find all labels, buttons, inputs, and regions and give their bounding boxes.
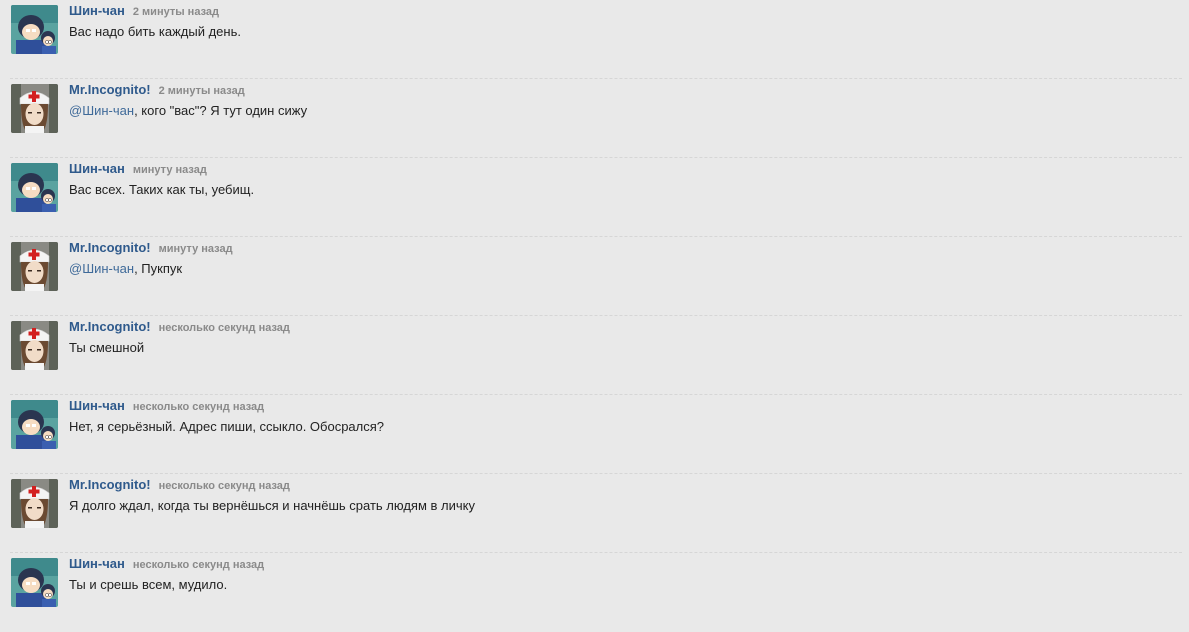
comment-body: Вас всех. Таких как ты, уебищ. <box>69 182 255 197</box>
timestamp: минуту назад <box>158 243 233 255</box>
mention-link[interactable]: @Шин-чан <box>69 103 134 118</box>
comment-meta: Mr.Incognito! 2 минуты назад <box>69 82 245 99</box>
comment-feed: Шин-чан 2 минуты назад Вас надо бить кажд… <box>0 0 1189 631</box>
comment-body: , Пукпук <box>134 261 183 276</box>
conan-avatar-icon <box>11 558 58 607</box>
conan-avatar-icon <box>11 5 58 54</box>
comment-text: Нет, я серьёзный. Адрес пиши, ссыкло. Об… <box>69 418 384 436</box>
comment-text: @Шин-чан, Пукпук <box>69 260 182 278</box>
comment-meta: Шин-чан несколько секунд назад <box>69 398 264 415</box>
comment-meta: Mr.Incognito! несколько секунд назад <box>69 477 290 494</box>
comment-item: Шин-чан несколько секунд назад Нет, я сер… <box>10 395 1182 474</box>
nurse-avatar-icon <box>11 242 58 291</box>
comment-item: Mr.Incognito! минуту назад @Шин-чан, Пукп… <box>10 237 1182 316</box>
comment-item: Шин-чан минуту назад Вас всех. Таких как … <box>10 158 1182 237</box>
timestamp: несколько секунд назад <box>132 401 265 413</box>
comment-meta: Шин-чан минуту назад <box>69 161 207 178</box>
avatar-conan[interactable] <box>11 558 58 607</box>
avatar-nurse[interactable] <box>11 321 58 370</box>
comment-body: , кого "вас"? Я тут один сижу <box>134 103 308 118</box>
username-link[interactable]: Mr.Incognito! <box>69 319 151 334</box>
comment-item: Mr.Incognito! несколько секунд назад Ты с… <box>10 316 1182 395</box>
avatar-conan[interactable] <box>11 163 58 212</box>
username-link[interactable]: Mr.Incognito! <box>69 82 151 97</box>
comment-meta: Шин-чан 2 минуты назад <box>69 3 219 20</box>
comment-text: Ты смешной <box>69 339 144 357</box>
comment-text: Я долго ждал, когда ты вернёшься и начнё… <box>69 497 475 515</box>
comment-text: Ты и срешь всем, мудило. <box>69 576 227 594</box>
avatar-nurse[interactable] <box>11 242 58 291</box>
comment-body: Я долго ждал, когда ты вернёшься и начнё… <box>69 498 475 513</box>
username-link[interactable]: Mr.Incognito! <box>69 477 151 492</box>
comment-body: Ты смешной <box>69 340 145 355</box>
nurse-avatar-icon <box>11 84 58 133</box>
timestamp: несколько секунд назад <box>158 322 290 334</box>
comment-item: Mr.Incognito! 2 минуты назад @Шин-чан, ко… <box>10 79 1182 158</box>
username-link[interactable]: Шин-чан <box>69 3 125 18</box>
comment-body: Вас надо бить каждый день. <box>69 24 241 39</box>
comment-meta: Mr.Incognito! минуту назад <box>69 240 233 257</box>
conan-avatar-icon <box>11 163 58 212</box>
avatar-conan[interactable] <box>11 400 58 449</box>
comment-text: Вас надо бить каждый день. <box>69 23 241 41</box>
comment-item: Шин-чан несколько секунд назад Ты и срешь… <box>10 553 1182 632</box>
nurse-avatar-icon <box>11 479 58 528</box>
mention-link[interactable]: @Шин-чан <box>69 261 134 276</box>
username-link[interactable]: Шин-чан <box>69 398 125 413</box>
comment-text: Вас всех. Таких как ты, уебищ. <box>69 181 254 199</box>
timestamp: минуту назад <box>132 164 207 176</box>
comment-item: Шин-чан 2 минуты назад Вас надо бить кажд… <box>10 0 1182 79</box>
username-link[interactable]: Mr.Incognito! <box>69 240 151 255</box>
username-link[interactable]: Шин-чан <box>69 161 125 176</box>
timestamp: несколько секунд назад <box>132 559 265 571</box>
comment-body: Нет, я серьёзный. Адрес пиши, ссыкло. Об… <box>69 419 385 434</box>
timestamp: 2 минуты назад <box>132 6 220 18</box>
comment-text: @Шин-чан, кого "вас"? Я тут один сижу <box>69 102 307 120</box>
nurse-avatar-icon <box>11 321 58 370</box>
avatar-conan[interactable] <box>11 5 58 54</box>
timestamp: несколько секунд назад <box>158 480 290 492</box>
comment-item: Mr.Incognito! несколько секунд назад Я до… <box>10 474 1182 553</box>
comment-meta: Шин-чан несколько секунд назад <box>69 556 264 573</box>
avatar-nurse[interactable] <box>11 84 58 133</box>
conan-avatar-icon <box>11 400 58 449</box>
username-link[interactable]: Шин-чан <box>69 556 125 571</box>
comment-meta: Mr.Incognito! несколько секунд назад <box>69 319 290 336</box>
comment-body: Ты и срешь всем, мудило. <box>69 577 228 592</box>
avatar-nurse[interactable] <box>11 479 58 528</box>
timestamp: 2 минуты назад <box>158 85 245 97</box>
